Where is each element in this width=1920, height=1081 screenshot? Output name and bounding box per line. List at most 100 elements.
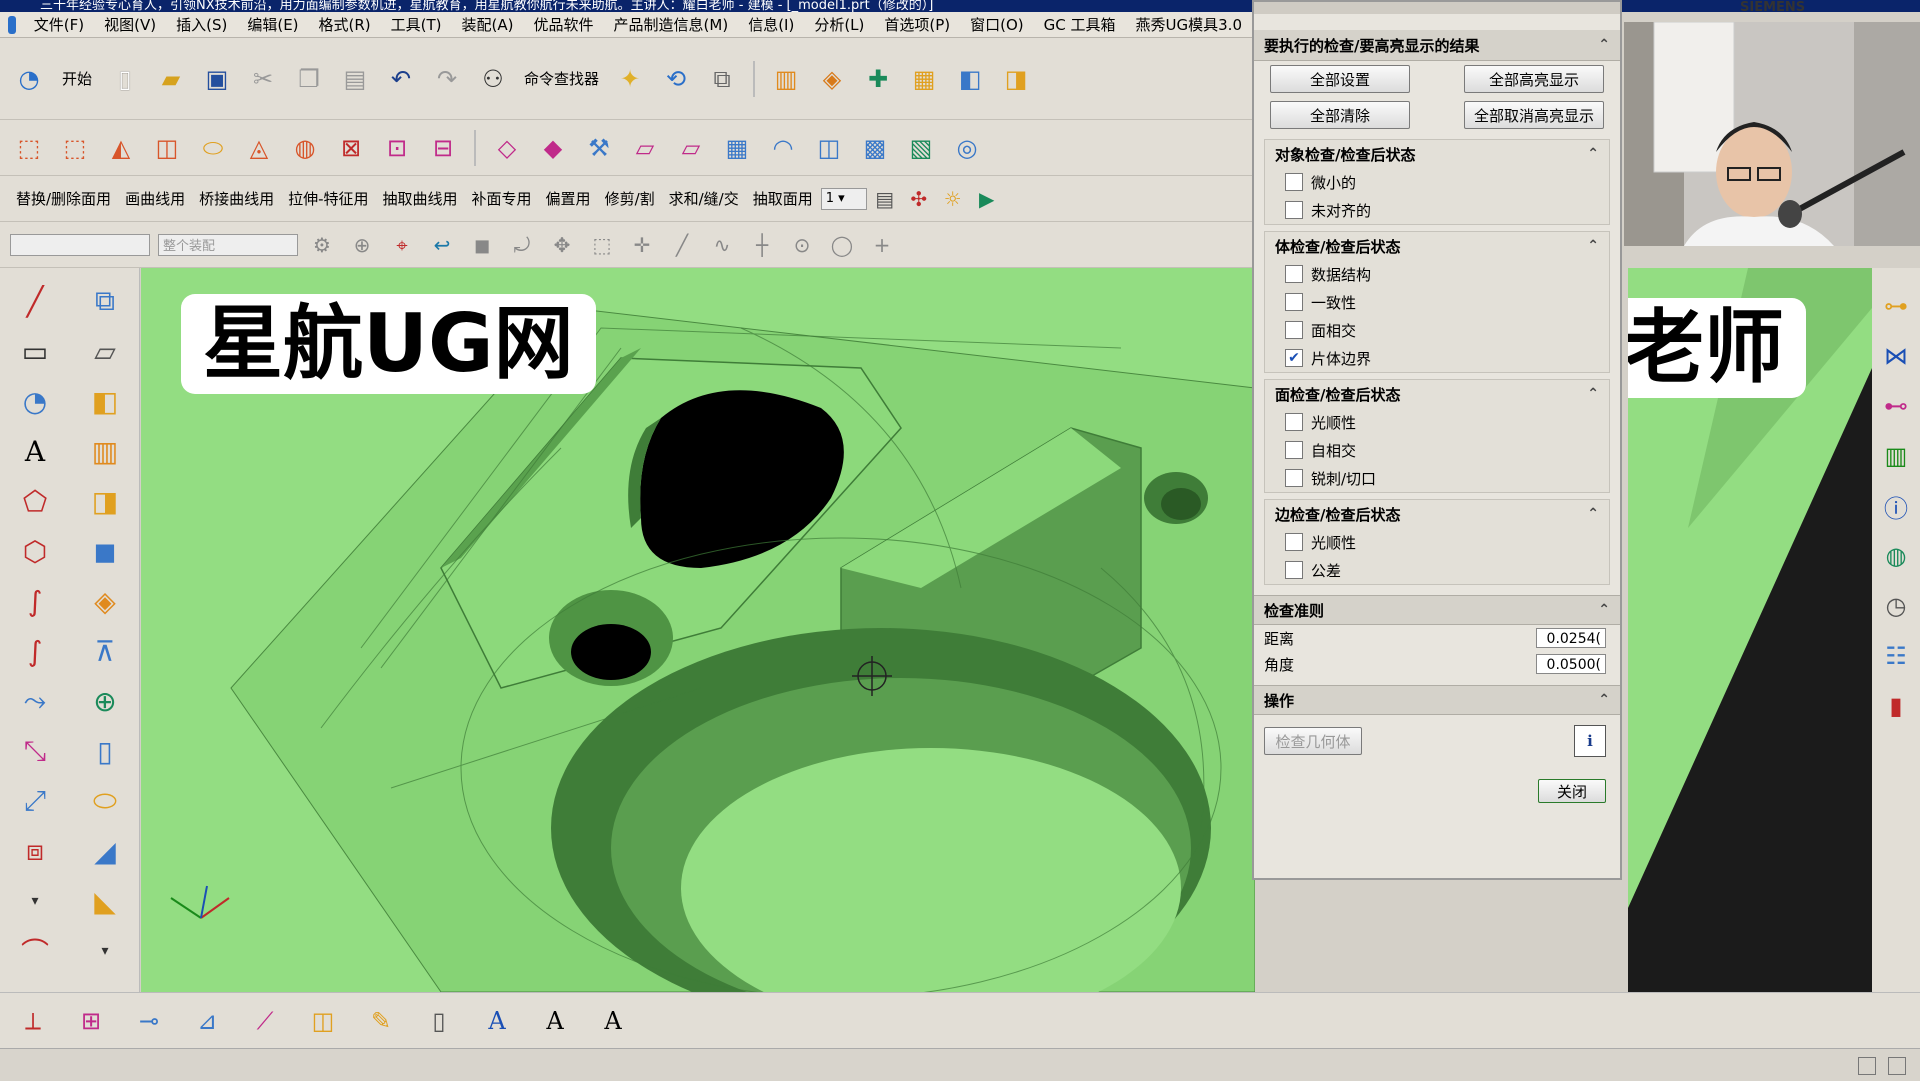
cut-icon[interactable]: ✂ bbox=[244, 60, 282, 98]
curve-extend-icon[interactable]: ⌒ bbox=[15, 931, 55, 971]
collapse-chevron-icon[interactable]: ⌃ bbox=[1598, 37, 1610, 53]
face-intersection-checkbox[interactable] bbox=[1285, 321, 1303, 339]
filter-icon[interactable]: ⚙ bbox=[306, 229, 338, 261]
solid-icon[interactable]: ◼ bbox=[466, 229, 498, 261]
set-all-button[interactable]: 全部设置 bbox=[1270, 65, 1410, 93]
ruled-surface-icon[interactable]: ▱ bbox=[672, 129, 710, 167]
self-intersection-checkbox[interactable] bbox=[1285, 441, 1303, 459]
menu-pmi[interactable]: 产品制造信息(M) bbox=[604, 14, 739, 35]
info-icon[interactable]: ⓘ bbox=[1879, 488, 1913, 524]
open-folder-icon[interactable]: ▰ bbox=[152, 60, 190, 98]
tolerance-checkbox[interactable] bbox=[1285, 561, 1303, 579]
cylinder-tool-icon[interactable]: ⬭ bbox=[85, 781, 125, 821]
wireframe-tool-icon[interactable]: ⧈ bbox=[15, 831, 55, 871]
close-button[interactable]: 关闭 bbox=[1538, 779, 1606, 803]
draw-curve-menu[interactable]: 画曲线用 bbox=[119, 188, 191, 209]
scroll-down-icon-2[interactable]: ▾ bbox=[85, 931, 125, 971]
menu-file[interactable]: 文件(F) bbox=[24, 14, 94, 35]
block-icon[interactable]: ◫ bbox=[148, 129, 186, 167]
body-check-header[interactable]: 体检查/检查后状态 ⌃ bbox=[1265, 232, 1609, 260]
redo-icon[interactable]: ↷ bbox=[428, 60, 466, 98]
move-icon[interactable]: ✛ bbox=[626, 229, 658, 261]
system-materials-icon[interactable]: ☷ bbox=[1879, 638, 1913, 674]
menu-analysis[interactable]: 分析(L) bbox=[804, 14, 874, 35]
save-icon[interactable]: ▣ bbox=[198, 60, 236, 98]
transform-icon[interactable]: ⟲ bbox=[657, 60, 695, 98]
text-scale-icon[interactable]: A bbox=[594, 1002, 632, 1040]
bridge-curve-menu[interactable]: 桥接曲线用 bbox=[193, 188, 280, 209]
undo-icon[interactable]: ↶ bbox=[382, 60, 420, 98]
menu-edit[interactable]: 编辑(E) bbox=[237, 14, 308, 35]
status-toggle-icon[interactable] bbox=[1858, 1057, 1876, 1075]
project-curve-icon[interactable]: ⤳ bbox=[15, 681, 55, 721]
dimension-icon[interactable]: ⟂ bbox=[14, 1002, 52, 1040]
cylinder-icon[interactable]: ⬭ bbox=[194, 129, 232, 167]
check-data-structure-row[interactable]: 数据结构 bbox=[1265, 260, 1609, 288]
check-self-intersection-row[interactable]: 自相交 bbox=[1265, 436, 1609, 464]
collapse-chevron-icon[interactable]: ⌃ bbox=[1587, 238, 1599, 254]
rotate-icon[interactable]: ↩ bbox=[426, 229, 458, 261]
start-icon[interactable]: ◔ bbox=[10, 60, 48, 98]
layer-settings-icon[interactable]: ▤ bbox=[869, 183, 901, 215]
trim-split-menu[interactable]: 修剪/割 bbox=[599, 188, 661, 209]
tiny-checkbox[interactable] bbox=[1285, 173, 1303, 191]
mesh-surface-icon[interactable]: ▩ bbox=[856, 129, 894, 167]
polygon-tool-icon[interactable]: ⬠ bbox=[15, 481, 55, 521]
line-tool-icon[interactable]: ╱ bbox=[15, 281, 55, 321]
annotation-icon[interactable]: ⟋ bbox=[246, 1002, 284, 1040]
plane-tool-icon[interactable]: ▱ bbox=[85, 331, 125, 371]
line-icon[interactable]: ╱ bbox=[666, 229, 698, 261]
replace-delete-face-menu[interactable]: 替换/删除面用 bbox=[10, 188, 117, 209]
studio-surface-icon[interactable]: ◫ bbox=[810, 129, 848, 167]
curve-icon[interactable]: ∿ bbox=[706, 229, 738, 261]
history-icon[interactable]: ◷ bbox=[1879, 588, 1913, 624]
scale-icon[interactable]: ⧉ bbox=[703, 60, 741, 98]
menu-assembly[interactable]: 装配(A) bbox=[452, 14, 524, 35]
edge-smoothness-checkbox[interactable] bbox=[1285, 533, 1303, 551]
offset-menu[interactable]: 偏置用 bbox=[540, 188, 597, 209]
point-filter-icon[interactable]: ⊕ bbox=[346, 229, 378, 261]
constraint-navigator-icon[interactable]: ⋈ bbox=[1879, 338, 1913, 374]
highlight-all-button[interactable]: 全部高亮显示 bbox=[1464, 65, 1604, 93]
center-icon[interactable]: ⊙ bbox=[786, 229, 818, 261]
note-icon[interactable]: ✎ bbox=[362, 1002, 400, 1040]
circle-icon[interactable]: ◯ bbox=[826, 229, 858, 261]
plus-icon[interactable]: + bbox=[866, 229, 898, 261]
menu-view[interactable]: 视图(V) bbox=[94, 14, 166, 35]
graphics-viewport[interactable]: 星航UG网 bbox=[141, 268, 1255, 992]
collapse-chevron-icon[interactable]: ⌃ bbox=[1587, 146, 1599, 162]
check-spikes-row[interactable]: 锐刺/切口 bbox=[1265, 464, 1609, 492]
type-filter-select[interactable] bbox=[10, 233, 150, 256]
grid-icon[interactable]: ⊞ bbox=[72, 1002, 110, 1040]
distance-input[interactable]: 0.0254( bbox=[1536, 628, 1606, 648]
clear-all-button[interactable]: 全部清除 bbox=[1270, 101, 1410, 129]
scroll-down-icon[interactable]: ▾ bbox=[15, 881, 55, 921]
arc-tool-icon[interactable]: ◔ bbox=[15, 381, 55, 421]
menu-preferences[interactable]: 首选项(P) bbox=[874, 14, 960, 35]
text-search-icon[interactable]: A bbox=[536, 1002, 574, 1040]
web-browser-icon[interactable]: ◍ bbox=[1879, 538, 1913, 574]
check-face-intersection-row[interactable]: 面相交 bbox=[1265, 316, 1609, 344]
check-tiny-row[interactable]: 微小的 bbox=[1265, 168, 1609, 196]
binoculars-icon[interactable]: ⚇ bbox=[474, 60, 512, 98]
patch-surface-menu[interactable]: 补面专用 bbox=[466, 188, 538, 209]
check-tolerance-row[interactable]: 公差 bbox=[1265, 556, 1609, 584]
menu-gc-toolkit[interactable]: GC 工具箱 bbox=[1034, 14, 1126, 35]
menu-tools[interactable]: 工具(T) bbox=[381, 14, 452, 35]
measure-icon[interactable]: ⊿ bbox=[188, 1002, 226, 1040]
add-point-icon[interactable]: ✚ bbox=[859, 60, 897, 98]
extrude-icon[interactable]: ⬚ bbox=[10, 129, 48, 167]
cube-tool-icon[interactable]: ◼ bbox=[85, 531, 125, 571]
face-check-header[interactable]: 面检查/检查后状态 ⌃ bbox=[1265, 380, 1609, 408]
chamfer-tool-icon[interactable]: ◢ bbox=[85, 831, 125, 871]
delete-face-icon[interactable]: ⊟ bbox=[424, 129, 462, 167]
new-file-icon[interactable]: ▯ bbox=[106, 60, 144, 98]
magic-wand-icon[interactable]: ✦ bbox=[611, 60, 649, 98]
layers-icon[interactable]: ◈ bbox=[813, 60, 851, 98]
through-curves-icon[interactable]: ▦ bbox=[718, 129, 756, 167]
sheet-boundary-checkbox[interactable]: ✔ bbox=[1285, 349, 1303, 367]
spline-tool-icon[interactable]: ∫ bbox=[15, 581, 55, 621]
offset-face-icon[interactable]: ◇ bbox=[488, 129, 526, 167]
extract-curve-menu[interactable]: 抽取曲线用 bbox=[377, 188, 464, 209]
check-sheet-boundary-row[interactable]: ✔ 片体边界 bbox=[1265, 344, 1609, 372]
